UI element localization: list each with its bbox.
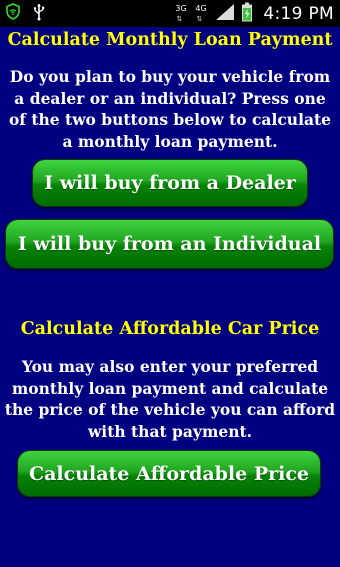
network-4g-icon: 4G ⇅	[195, 3, 207, 23]
status-time: 4:19 PM	[263, 3, 334, 24]
shield-icon	[6, 3, 20, 24]
calculate-affordable-price-button[interactable]: Calculate Affordable Price	[17, 450, 321, 497]
signal-icon	[215, 3, 235, 25]
loan-payment-description: Do you plan to buy your vehicle from a d…	[8, 67, 332, 151]
usb-icon	[33, 3, 45, 25]
buy-from-dealer-button[interactable]: I will buy from a Dealer	[32, 159, 308, 207]
network-4g-label: 4G	[195, 3, 207, 13]
affordable-price-title: Calculate Affordable Car Price	[20, 319, 320, 339]
status-bar: 3G ⇅ 4G ⇅ 4:19 PM	[0, 0, 340, 27]
network-3g-label: 3G	[175, 3, 187, 13]
affordable-price-description: You may also enter your preferred monthl…	[4, 357, 336, 441]
buy-from-individual-button[interactable]: I will buy from an Individual	[5, 219, 334, 269]
network-3g-icon: 3G ⇅	[175, 3, 187, 23]
loan-payment-title: Calculate Monthly Loan Payment	[7, 30, 333, 50]
battery-icon	[241, 2, 253, 26]
